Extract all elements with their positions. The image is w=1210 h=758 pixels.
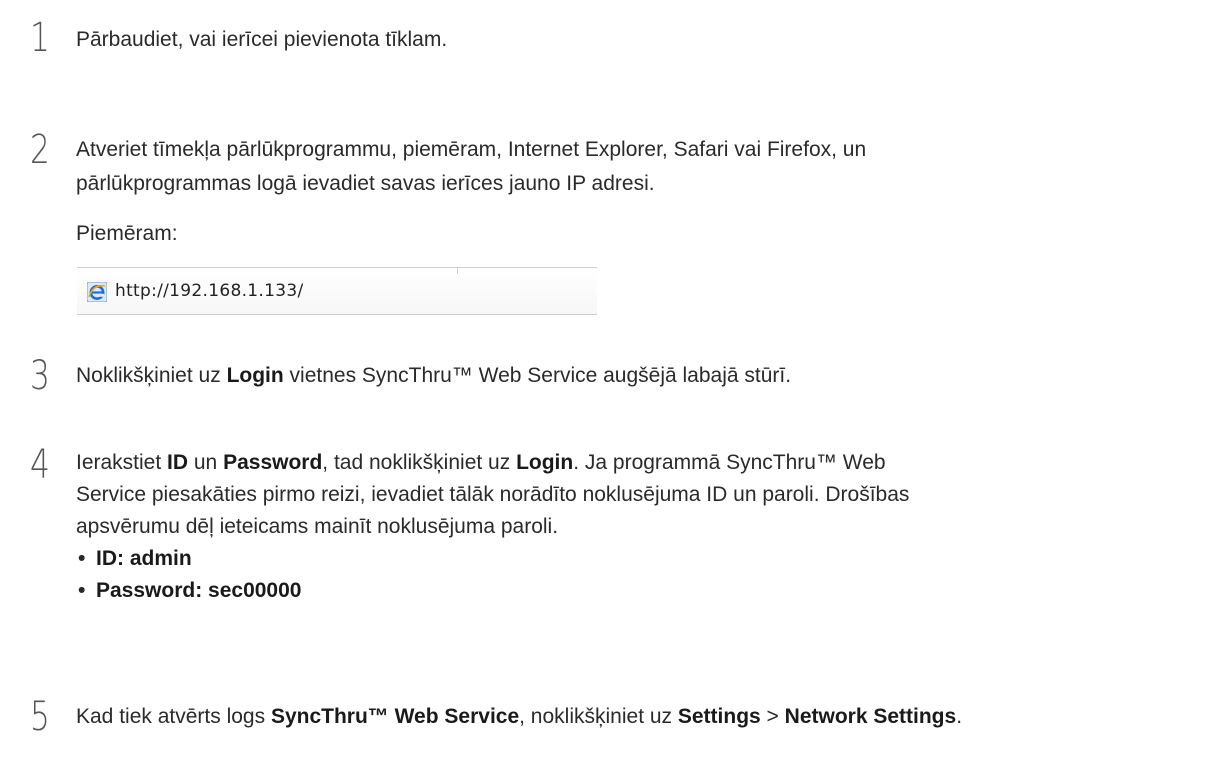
step-text: Noklikšķiniet uz Login vietnes SyncThru™… — [76, 360, 791, 392]
list-item: ID: admin — [76, 543, 301, 575]
text-segment: . — [956, 705, 963, 728]
id-label: ID — [167, 451, 189, 474]
example-label: Piemēram: — [76, 222, 178, 245]
text-segment: Kad tiek atvērts logs — [76, 705, 271, 728]
login-label: Login — [516, 451, 574, 474]
text-segment: . Ja programmā SyncThru™ Web — [573, 451, 886, 474]
step-text-line: Atveriet tīmekļa pārlūkprogrammu, piemēr… — [76, 138, 867, 161]
text-segment: Ierakstiet — [76, 451, 168, 474]
step-text-line: Ierakstiet ID un Password, tad noklikšķi… — [76, 447, 886, 479]
network-settings-label: Network Settings — [784, 705, 957, 728]
url-text: http://192.168.1.133/ — [115, 281, 304, 301]
list-item: Password: sec00000 — [76, 575, 301, 607]
login-label: Login — [226, 364, 284, 387]
step-number: 3 — [30, 353, 50, 399]
default-password: Password: sec00000 — [96, 579, 302, 602]
step-number: 1 — [30, 15, 50, 61]
default-id: ID: admin — [96, 547, 192, 570]
text-segment: Noklikšķiniet uz — [76, 364, 227, 387]
syncthru-label: SyncThru™ Web Service — [270, 705, 520, 728]
step-number: 2 — [30, 127, 50, 173]
credentials-list: ID: admin Password: sec00000 — [76, 543, 301, 607]
step-text-line: pārlūkprogrammas logā ievadiet savas ier… — [76, 172, 655, 195]
step-text: Kad tiek atvērts logs SyncThru™ Web Serv… — [76, 701, 962, 733]
step-text: Pārbaudiet, vai ierīcei pievienota tīkla… — [76, 28, 448, 51]
path-separator: > — [760, 705, 785, 728]
internet-explorer-icon — [87, 282, 107, 302]
address-bar-example: http://192.168.1.133/ — [77, 267, 597, 315]
step-number: 4 — [30, 442, 50, 488]
password-label: Password — [223, 451, 323, 474]
settings-label: Settings — [677, 705, 761, 728]
text-segment: , noklikšķiniet uz — [519, 705, 678, 728]
step-number: 5 — [30, 694, 50, 740]
text-segment: , tad noklikšķiniet uz — [322, 451, 517, 474]
step-text-line: Service piesakāties pirmo reizi, ievadie… — [76, 483, 910, 506]
text-segment: vietnes SyncThru™ Web Service augšējā la… — [283, 364, 792, 387]
step-text-line: apsvērumu dēļ ieteicams mainīt noklusēju… — [76, 515, 559, 538]
text-segment: un — [188, 451, 224, 474]
